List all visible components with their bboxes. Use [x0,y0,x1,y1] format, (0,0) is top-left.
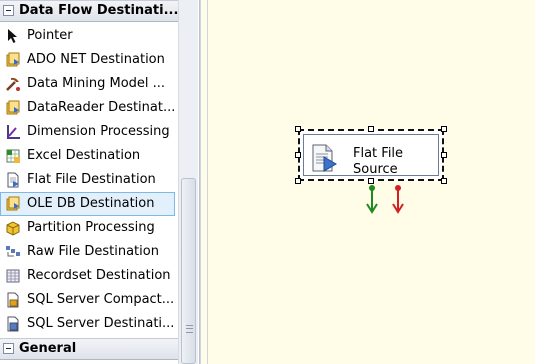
resize-handle[interactable] [441,126,447,132]
toolbox-item-label: Recordset Destination [27,268,171,283]
toolbox-item-raw-file-destination[interactable]: Raw File Destination [0,240,175,264]
toolbox-item-label: Partition Processing [27,220,155,235]
surface-edge [207,0,208,364]
collapse-icon[interactable] [3,343,14,354]
data-mining-model-icon [6,77,20,91]
toolbox-item-label: Flat File Destination [27,172,156,187]
toolbox-item-label: OLE DB Destination [27,196,155,211]
excel-destination-icon [6,149,20,163]
group-header-general[interactable]: General [0,338,178,360]
toolbox-item-excel-destination[interactable]: Excel Destination [0,144,175,168]
collapse-icon[interactable] [3,5,14,16]
recordset-destination-icon [6,269,20,283]
dimension-processing-icon [7,125,20,139]
toolbox-item-dimension-processing[interactable]: Dimension Processing [0,120,175,144]
toolbox-item-label: ADO NET Destination [27,52,165,67]
resize-handle[interactable] [441,178,447,184]
toolbox-item-label: SQL Server Compact... [27,292,175,307]
ado-net-destination-icon [6,52,20,67]
toolbox-item-ole-db-destination[interactable]: OLE DB Destination [0,192,175,216]
sql-server-compact-icon [7,292,19,308]
toolbox-item-recordset-destination[interactable]: Recordset Destination [0,264,175,288]
toolbox-item-ado-net-destination[interactable]: ADO NET Destination [0,48,175,72]
group-title: General [19,341,77,356]
toolbox-item-sql-server-destination[interactable]: SQL Server Destinati... [0,312,175,336]
toolbox-scrollbar[interactable] [178,0,198,364]
scrollbar-thumb[interactable] [181,178,196,364]
toolbox-item-flat-file-destination[interactable]: Flat File Destination [0,168,175,192]
toolbox-item-label: SQL Server Destinati... [27,316,175,331]
toolbox-item-label: Data Mining Model ... [27,76,166,91]
toolbox-item-data-mining-model[interactable]: Data Mining Model ... [0,72,175,96]
flat-file-destination-icon [7,172,19,188]
ole-db-destination-icon [6,196,20,211]
toolbox-item-label: Raw File Destination [27,244,159,259]
resize-handle[interactable] [295,178,301,184]
flat-file-source-component[interactable]: Flat File Source [298,129,444,181]
data-flow-design-surface[interactable]: Flat File Source [200,0,535,364]
group-header-data-flow-destinations[interactable]: Data Flow Destinati... [0,0,178,22]
toolbox-item-partition-processing[interactable]: Partition Processing [0,216,175,240]
success-output-arrow-icon[interactable] [366,184,378,214]
raw-file-destination-icon [6,246,20,257]
toolbox-item-label: Pointer [27,28,73,43]
partition-processing-icon [6,221,20,236]
toolbox-item-label: DataReader Destinat... [27,100,176,115]
grip-icon [186,325,193,333]
group-title: Data Flow Destinati... [19,3,179,18]
datareader-destination-icon [6,100,20,115]
resize-handle[interactable] [441,152,447,158]
toolbox: Data Flow Destinati... Pointer ADO NET D… [0,0,200,364]
resize-handle[interactable] [295,126,301,132]
flat-file-source-icon [312,144,337,172]
sql-server-destination-icon [7,316,19,332]
toolbox-item-datareader-destination[interactable]: DataReader Destinat... [0,96,175,120]
component-label: Flat File Source [353,146,404,177]
component-body: Flat File Source [303,134,439,177]
toolbox-item-pointer[interactable]: Pointer [0,24,175,48]
error-output-arrow-icon[interactable] [392,184,404,214]
toolbox-item-sql-server-compact[interactable]: SQL Server Compact... [0,288,175,312]
toolbox-item-label: Dimension Processing [27,124,170,139]
resize-handle[interactable] [368,126,374,132]
pointer-icon [8,29,17,43]
resize-handle[interactable] [295,152,301,158]
toolbox-item-label: Excel Destination [27,148,141,163]
